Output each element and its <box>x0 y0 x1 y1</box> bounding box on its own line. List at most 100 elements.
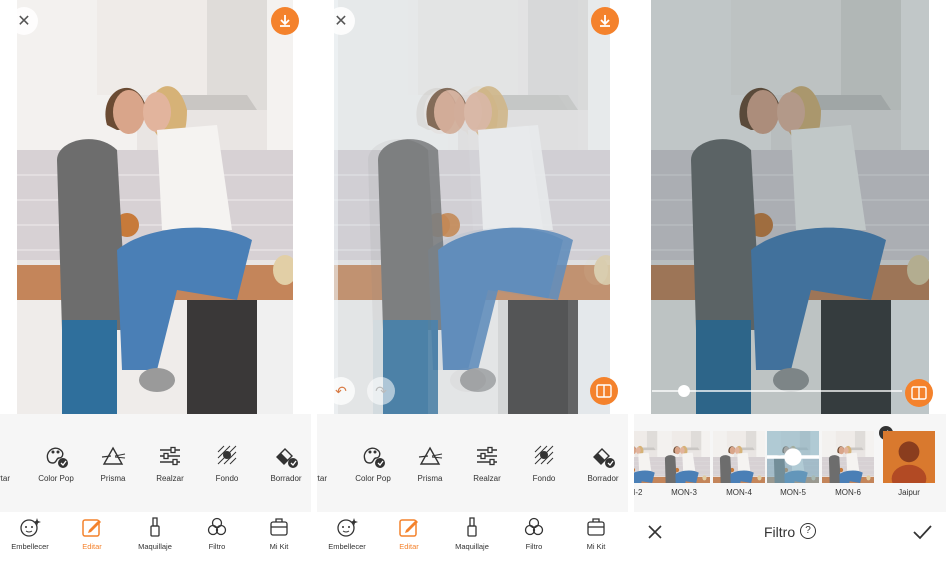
tool-label: Prisma <box>417 474 443 483</box>
tool-item[interactable]: Prisma <box>83 444 143 483</box>
sliders-icon <box>160 446 180 466</box>
sliders-icon <box>477 446 497 466</box>
close-button[interactable]: ✕ <box>10 7 38 35</box>
tool-label: Realzar <box>473 474 501 483</box>
lipstick-icon <box>467 517 477 537</box>
filter-circles-icon <box>524 517 544 536</box>
close-icon: ✕ <box>17 13 31 30</box>
filter-thumb-selected[interactable] <box>767 431 819 483</box>
nav-item-filtro[interactable]: Filtro <box>504 516 564 551</box>
tools-toolbar: rtar Color Pop Prisma Realzar Fondo Borr… <box>317 414 628 512</box>
color-pop-icon <box>363 447 385 468</box>
selected-overlay <box>767 431 819 483</box>
screen-editor-before: ✕ rtar Color Pop Prisma Realzar Fondo Bo… <box>0 0 311 562</box>
kit-icon <box>270 518 288 536</box>
compare-icon <box>596 384 612 398</box>
nav-item-mi-kit[interactable]: Mi Kit <box>249 516 309 551</box>
filter-thumb[interactable] <box>713 431 765 483</box>
tool-item[interactable]: Fondo <box>514 444 574 483</box>
close-icon: ✕ <box>334 13 348 30</box>
tool-label: Borrador <box>587 474 619 483</box>
screen-filter: N-2 MON-3 MON-4 MON-5 MON-6 ✓ Jaipur <box>634 0 946 562</box>
nav-item-maquillaje[interactable]: Maquillaje <box>125 516 185 551</box>
adjust-icon <box>0 444 17 468</box>
redo-button[interactable]: ↷ <box>367 377 395 405</box>
lipstick-icon <box>150 517 160 537</box>
tool-label: Borrador <box>270 474 302 483</box>
nav-item-maquillaje[interactable]: Maquillaje <box>442 516 502 551</box>
close-icon <box>648 525 662 539</box>
tool-item[interactable]: Realzar <box>140 444 200 483</box>
nav-item-filtro[interactable]: Filtro <box>187 516 247 551</box>
filter-overlay <box>651 0 929 414</box>
apply-button[interactable] <box>911 521 933 543</box>
nav-label: Filtro <box>208 542 226 551</box>
slider-handle[interactable] <box>678 385 690 397</box>
filter-label: MON-6 <box>835 488 861 497</box>
compare-button[interactable] <box>590 377 618 405</box>
check-icon <box>913 525 932 540</box>
tool-item[interactable]: Realzar <box>457 444 517 483</box>
nav-label: Editar <box>399 542 419 551</box>
close-button[interactable]: ✕ <box>327 7 355 35</box>
filter-thumb[interactable] <box>658 431 710 483</box>
tool-item[interactable]: Color Pop <box>343 444 403 483</box>
prism-icon <box>418 446 443 465</box>
filter-thumb[interactable] <box>822 431 874 483</box>
bottom-nav: Embellecer Editar Maquillaje Filtro Mi K… <box>0 512 311 562</box>
tool-item[interactable]: Prisma <box>400 444 460 483</box>
download-icon <box>280 15 290 27</box>
background-icon <box>534 445 554 465</box>
bottom-nav: Embellecer Editar Maquillaje Filtro Mi K… <box>317 512 628 562</box>
prism-overlay <box>334 0 610 414</box>
tools-toolbar: rtar Color Pop Prisma Realzar Fondo Borr… <box>0 414 311 512</box>
tool-label: Realzar <box>156 474 184 483</box>
compare-icon <box>911 386 927 400</box>
tool-item[interactable]: Borrador <box>256 444 311 483</box>
photo-canvas[interactable] <box>334 0 610 414</box>
nav-label: Maquillaje <box>455 542 489 551</box>
nav-label: Maquillaje <box>138 542 172 551</box>
nav-item-embellecer[interactable]: Embellecer <box>317 516 377 551</box>
edit-icon <box>399 519 418 537</box>
adjust-icon <box>317 444 334 468</box>
photo-canvas[interactable] <box>17 0 293 414</box>
filter-title: Filtro <box>764 524 796 540</box>
nav-item-editar[interactable]: Editar <box>62 516 122 551</box>
kit-icon <box>587 518 605 536</box>
compare-button[interactable] <box>905 379 933 407</box>
tool-item[interactable]: Borrador <box>573 444 628 483</box>
background-icon <box>217 445 237 465</box>
filter-thumb[interactable] <box>883 431 935 483</box>
edit-icon <box>82 519 101 537</box>
eraser-icon <box>593 448 615 468</box>
tool-label: Color Pop <box>355 474 391 483</box>
tool-label: Fondo <box>215 474 239 483</box>
filter-label: MON-3 <box>671 488 697 497</box>
nav-item-embellecer[interactable]: Embellecer <box>0 516 60 551</box>
tool-item[interactable]: Fondo <box>197 444 257 483</box>
screen-editor-prism: ✕ ↶ ↷ rtar Color Pop Prisma Realzar Fond… <box>317 0 628 562</box>
nav-label: Mi Kit <box>586 542 606 551</box>
undo-icon: ↶ <box>335 382 347 399</box>
nav-label: Embellecer <box>328 542 366 551</box>
download-button[interactable] <box>591 7 619 35</box>
nav-item-editar[interactable]: Editar <box>379 516 439 551</box>
filter-label: MON-5 <box>780 488 806 497</box>
filter-label: MON-4 <box>726 488 752 497</box>
color-pop-icon <box>46 447 68 468</box>
face-sparkle-icon <box>20 518 41 537</box>
undo-button[interactable]: ↶ <box>327 377 355 405</box>
tool-item[interactable]: Color Pop <box>26 444 86 483</box>
photo-canvas[interactable] <box>651 0 929 414</box>
filter-strip: N-2 MON-3 MON-4 MON-5 MON-6 ✓ Jaipur <box>634 414 946 512</box>
nav-item-mi-kit[interactable]: Mi Kit <box>566 516 626 551</box>
intensity-icon <box>767 448 819 466</box>
nav-label: Filtro <box>525 542 543 551</box>
tool-label: Color Pop <box>38 474 74 483</box>
filter-circles-icon <box>207 517 227 536</box>
download-icon <box>600 15 610 27</box>
help-icon[interactable]: ? <box>800 523 816 539</box>
cancel-button[interactable] <box>644 521 666 543</box>
download-button[interactable] <box>271 7 299 35</box>
